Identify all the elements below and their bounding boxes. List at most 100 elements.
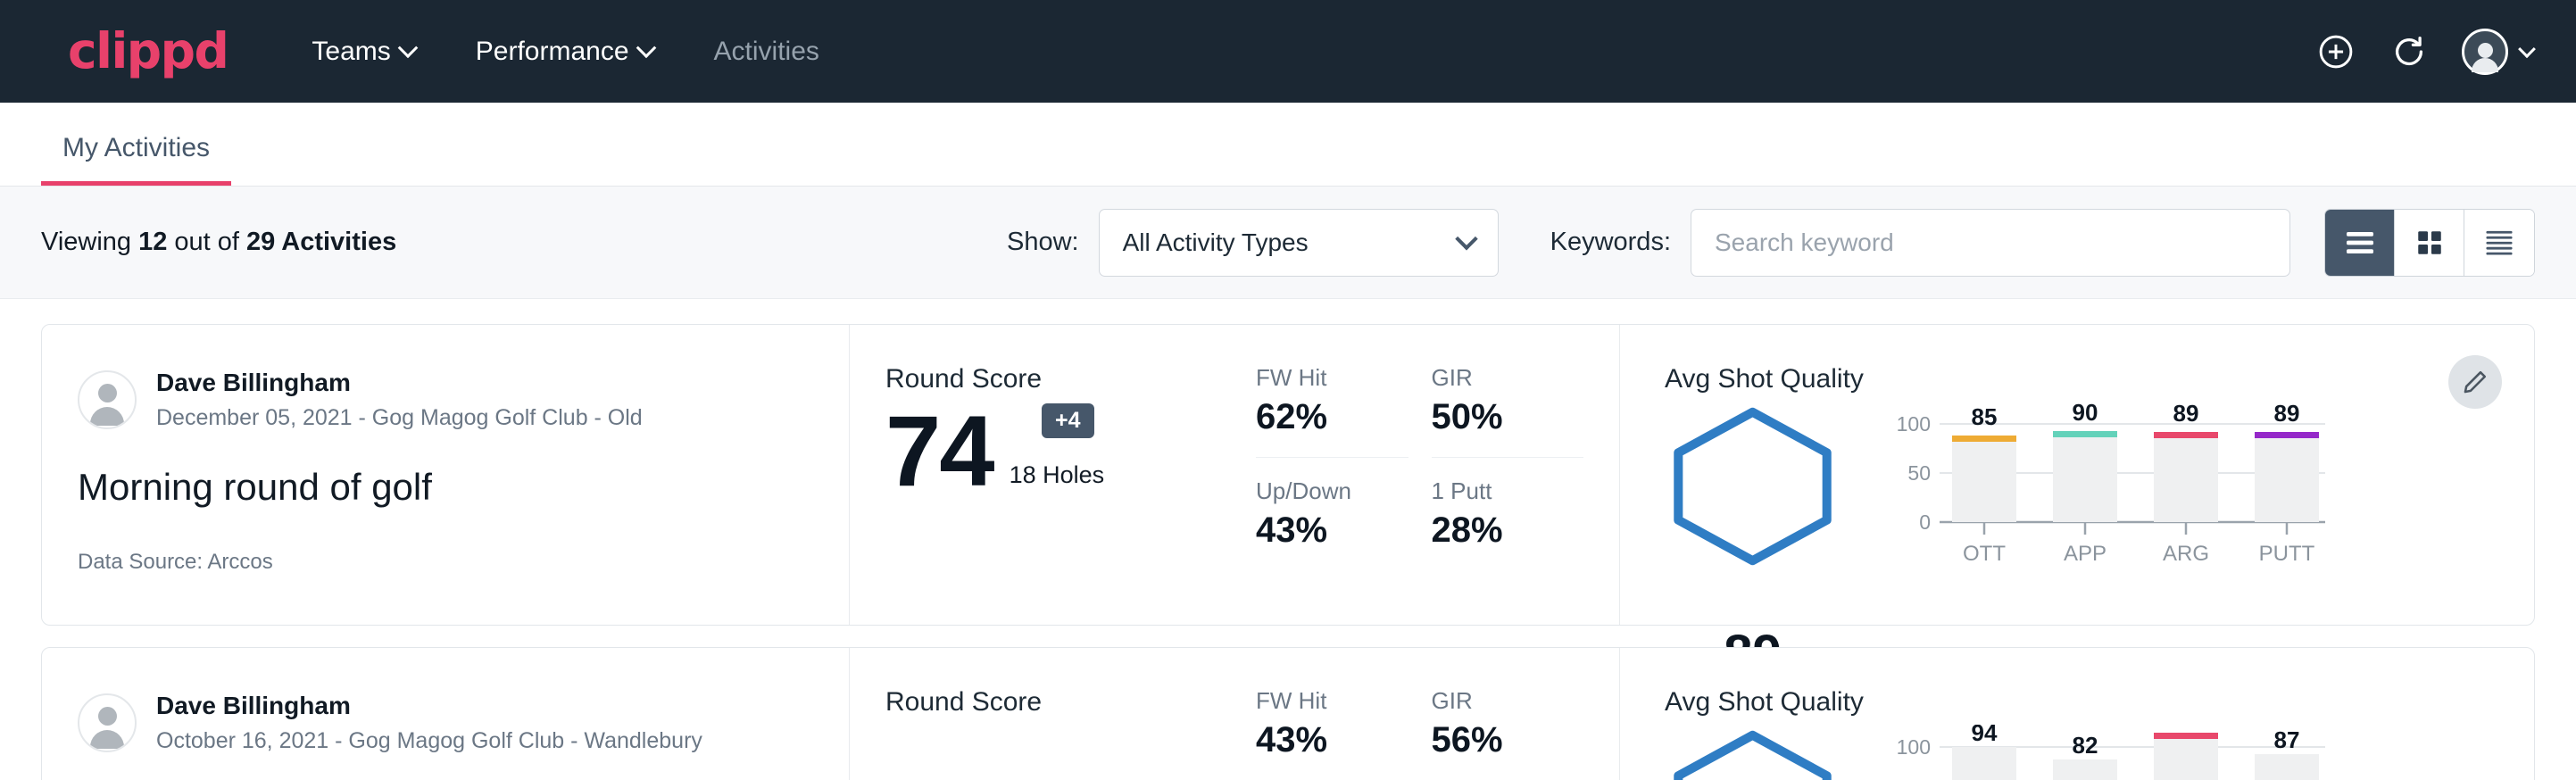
stat-label: FW Hit (1256, 364, 1408, 392)
filter-controls: Show: All Activity Types Keywords: (1007, 209, 2535, 277)
round-score-row: 74 +4 18 Holes (885, 402, 1256, 502)
activity-card-summary: Dave Billingham December 05, 2021 - Gog … (42, 325, 850, 625)
activity-meta: December 05, 2021 - Gog Magog Golf Club … (156, 403, 643, 434)
stat-label: Up/Down (1256, 477, 1408, 505)
nav-item-performance[interactable]: Performance (445, 37, 684, 67)
avatar-body-icon (90, 730, 124, 749)
list-view-button[interactable] (2325, 210, 2395, 276)
bar-label-ott: OTT (1963, 542, 2006, 566)
stat-value: 43% (1256, 720, 1408, 760)
results-count: Viewing 12 out of 29 Activities (41, 228, 396, 257)
author-name: Dave Billingham (156, 366, 643, 400)
activity-author: Dave Billingham October 16, 2021 - Gog M… (78, 689, 849, 757)
keywords-label: Keywords: (1550, 228, 1671, 257)
y-tick-100: 100 (1897, 735, 1931, 759)
tab-strip: My Activities (0, 103, 2576, 187)
bar-value-arg: 106 (2166, 725, 2205, 728)
author-name: Dave Billingham (156, 689, 702, 723)
stat-label: GIR (1432, 687, 1584, 715)
avatar-head-icon (98, 384, 117, 402)
shot-quality-chart: 100 94 82 106 87 (1888, 725, 2334, 780)
grid-view-button[interactable] (2395, 210, 2464, 276)
add-button[interactable] (2315, 31, 2356, 72)
round-score-section: Round Score 74 +4 18 Holes (850, 325, 1256, 625)
chevron-down-icon (636, 37, 656, 58)
avg-shot-quality-body: 89 100 50 0 85 (1665, 402, 2534, 576)
round-score-section: Round Score (850, 648, 1256, 780)
bar-value-ott: 94 (1972, 725, 1998, 746)
stat-value: 50% (1432, 397, 1584, 437)
activity-card[interactable]: Dave Billingham December 05, 2021 - Gog … (41, 324, 2535, 626)
activity-card-list: Dave Billingham December 05, 2021 - Gog … (0, 299, 2576, 780)
stat-label: FW Hit (1256, 687, 1408, 715)
round-score-label: Round Score (885, 364, 1256, 394)
activity-card[interactable]: Dave Billingham October 16, 2021 - Gog M… (41, 647, 2535, 780)
viewing-count: 12 (138, 228, 167, 256)
nav-item-label: Teams (312, 37, 390, 67)
bar-label-putt: PUTT (2259, 542, 2315, 566)
top-nav-actions (2315, 29, 2533, 75)
score-to-par-badge: +4 (1042, 403, 1094, 438)
refresh-button[interactable] (2389, 31, 2430, 72)
round-score-label: Round Score (885, 687, 1256, 718)
edit-activity-button[interactable] (2448, 355, 2502, 409)
round-stats-grid: FW Hit 43% GIR 56% (1256, 648, 1620, 780)
y-tick-50: 50 (1907, 461, 1931, 485)
round-stats-grid: FW Hit 62% GIR 50% Up/Down 43% 1 Putt 28… (1256, 325, 1620, 625)
stat-up-down: Up/Down 43% (1256, 458, 1408, 551)
tab-my-activities[interactable]: My Activities (41, 133, 231, 186)
avg-shot-quality-section: Avg Shot Quality 89 100 50 0 (1620, 325, 2534, 625)
y-tick-100: 100 (1897, 412, 1931, 436)
compact-view-icon (2482, 228, 2516, 257)
plus-circle-icon (2316, 32, 2356, 71)
grid-view-icon (2414, 228, 2445, 258)
activity-meta: October 16, 2021 - Gog Magog Golf Club -… (156, 726, 702, 757)
quality-hexagon (1665, 730, 1861, 780)
chevron-down-icon (397, 37, 418, 58)
tab-label: My Activities (62, 133, 210, 162)
holes-played: 18 Holes (1010, 461, 1105, 502)
round-score-value: 74 (885, 402, 993, 502)
viewing-mid: out of (167, 228, 246, 256)
stat-value: 28% (1432, 510, 1584, 551)
stat-label: 1 Putt (1432, 477, 1584, 505)
search-input[interactable] (1691, 209, 2290, 277)
show-label: Show: (1007, 228, 1079, 257)
hexagon-icon (1665, 407, 1841, 566)
avatar (2462, 29, 2508, 75)
stat-fw-hit: FW Hit 62% (1256, 364, 1408, 458)
bar-value-app: 90 (2073, 402, 2098, 426)
avatar (78, 370, 137, 429)
activity-title: Morning round of golf (78, 466, 849, 509)
activity-type-select[interactable]: All Activity Types (1099, 209, 1499, 277)
activity-card-summary: Dave Billingham October 16, 2021 - Gog M… (42, 648, 850, 780)
avg-shot-quality-label: Avg Shot Quality (1665, 687, 2534, 718)
avatar-body-icon (90, 407, 124, 426)
bar-label-arg: ARG (2163, 542, 2209, 566)
stat-gir: GIR 56% (1432, 687, 1584, 780)
stat-1-putt: 1 Putt 28% (1432, 458, 1584, 551)
shot-quality-bar-chart: 100 94 82 106 87 (1888, 725, 2334, 780)
bar-value-arg: 89 (2173, 402, 2199, 427)
viewing-prefix: Viewing (41, 228, 138, 256)
bar-value-putt: 89 (2274, 402, 2300, 427)
activity-type-value: All Activity Types (1123, 228, 1309, 257)
stat-label: GIR (1432, 364, 1584, 392)
activity-author: Dave Billingham December 05, 2021 - Gog … (78, 366, 849, 434)
nav-item-activities[interactable]: Activities (684, 37, 850, 67)
hexagon-icon (1665, 730, 1841, 780)
list-view-icon (2343, 229, 2377, 256)
top-navigation-bar: clippd Teams Performance Activities (0, 0, 2576, 103)
avg-shot-quality-section: Avg Shot Quality 100 94 82 (1620, 648, 2534, 780)
filter-bar: Viewing 12 out of 29 Activities Show: Al… (0, 187, 2576, 299)
nav-item-teams[interactable]: Teams (281, 37, 445, 67)
user-menu-button[interactable] (2462, 29, 2533, 75)
bar-value-putt: 87 (2274, 726, 2300, 753)
clippd-logo[interactable]: clippd (68, 27, 228, 76)
pencil-icon (2461, 368, 2489, 396)
stat-value: 43% (1256, 510, 1408, 551)
compact-view-button[interactable] (2464, 210, 2534, 276)
stat-fw-hit: FW Hit 43% (1256, 687, 1408, 780)
bar-label-app: APP (2064, 542, 2107, 566)
avatar (78, 693, 137, 752)
